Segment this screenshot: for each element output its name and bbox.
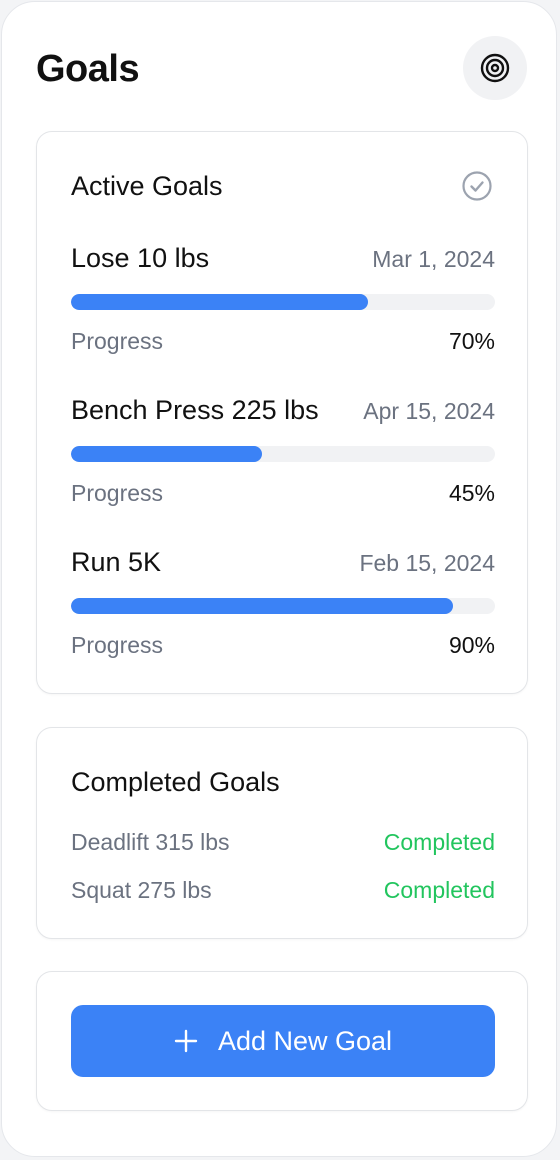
goal-item[interactable]: Run 5K Feb 15, 2024 Progress 90% [71, 546, 495, 666]
active-goals-title: Active Goals [71, 171, 223, 201]
goal-date: Mar 1, 2024 [372, 246, 495, 272]
completed-goal-row[interactable]: Squat 275 lbs Completed [71, 875, 495, 905]
completed-goals-card: Completed Goals Deadlift 315 lbs Complet… [36, 727, 528, 939]
progress-bar-fill [71, 294, 368, 310]
progress-bar [71, 598, 495, 614]
goal-date: Apr 15, 2024 [363, 398, 495, 424]
completed-status: Completed [383, 877, 495, 903]
completed-goal-row[interactable]: Deadlift 315 lbs Completed [71, 827, 495, 857]
goal-name: Bench Press 225 lbs [71, 395, 319, 425]
progress-label: Progress [71, 328, 164, 354]
progress-bar-fill [71, 598, 453, 614]
goal-name: Run 5K [71, 547, 162, 577]
goal-date: Feb 15, 2024 [359, 550, 495, 576]
goal-name: Lose 10 lbs [71, 243, 210, 273]
progress-label: Progress [71, 632, 164, 658]
progress-value: 90% [448, 632, 495, 658]
goals-panel: Goals Active Goals Lose 10 lbs Mar 1, 20… [1, 1, 557, 1157]
check-circle-icon [462, 171, 492, 201]
progress-bar [71, 294, 495, 310]
page-title: Goals [36, 48, 140, 90]
progress-label: Progress [71, 480, 164, 506]
completed-goals-title: Completed Goals [71, 767, 280, 797]
progress-bar [71, 446, 495, 462]
target-button[interactable] [463, 36, 527, 100]
progress-value: 70% [448, 328, 495, 354]
completed-goal-name: Squat 275 lbs [71, 877, 212, 903]
progress-value: 45% [448, 480, 495, 506]
active-goals-card: Active Goals Lose 10 lbs Mar 1, 2024 Pro… [36, 131, 528, 694]
add-goal-card: Add New Goal [36, 971, 528, 1111]
add-new-goal-label: Add New Goal [217, 1025, 393, 1056]
completed-goal-name: Deadlift 315 lbs [71, 829, 230, 855]
goal-item[interactable]: Bench Press 225 lbs Apr 15, 2024 Progres… [71, 394, 495, 514]
goal-item[interactable]: Lose 10 lbs Mar 1, 2024 Progress 70% [71, 242, 495, 362]
target-icon [480, 53, 510, 83]
plus-icon [174, 1029, 198, 1053]
completed-status: Completed [383, 829, 495, 855]
progress-bar-fill [71, 446, 262, 462]
add-new-goal-button[interactable]: Add New Goal [71, 1005, 495, 1077]
